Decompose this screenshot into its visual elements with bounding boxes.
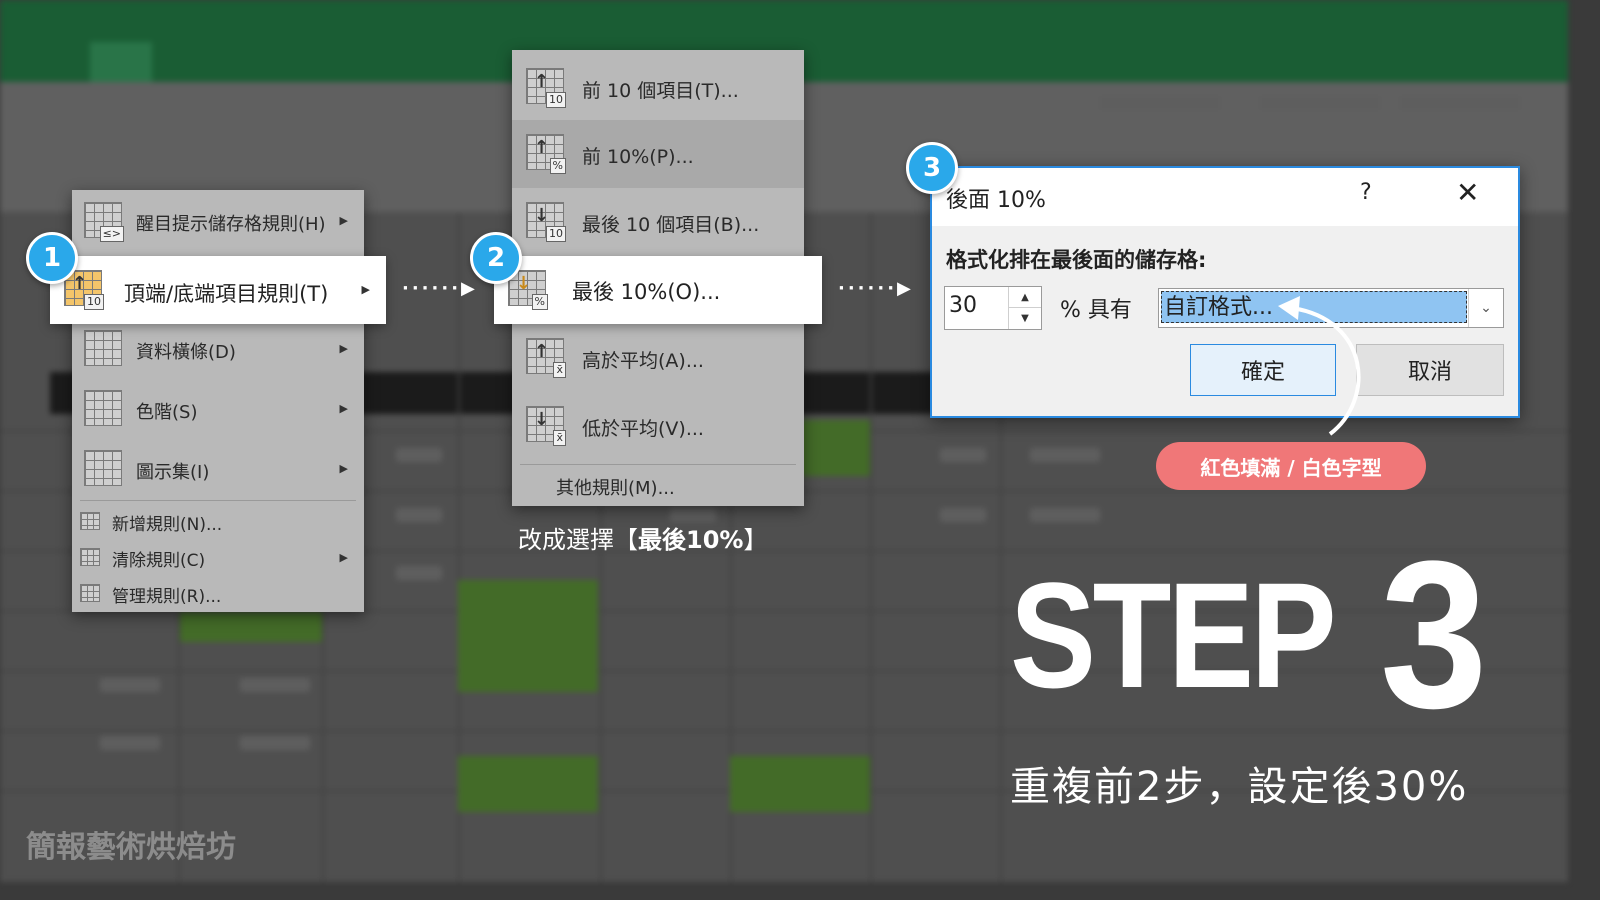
step-subtitle: 重複前2步，設定後30% — [1010, 764, 1469, 810]
menu-item-highlight-cells-rules[interactable]: ≤> 醒目提示儲存格規則(H) ▶ — [72, 198, 364, 242]
menu-item-bottom-10[interactable]: ↓ 10 最後 10 個項目(B)... — [512, 190, 804, 252]
bottom-10-percent-dialog: 後面 10% ? ✕ 格式化排在最後面的儲存格: 30 ▲ ▼ % 具有 自訂格… — [930, 166, 1520, 418]
icon-sets-icon — [84, 450, 122, 486]
pointer-arrow — [1278, 296, 1361, 436]
manage-rules-icon — [80, 584, 100, 602]
menu-item-bottom-10-percent[interactable]: ↓ % 最後 10%(O)... — [494, 256, 822, 324]
format-annotation-badge: 紅色填滿 / 白色字型 — [1156, 442, 1426, 490]
above-average-icon: ↑ x̄ — [526, 338, 566, 378]
percent-spinner[interactable]: 30 ▲ ▼ — [944, 286, 1042, 330]
menu-item-above-average[interactable]: ↑ x̄ 高於平均(A)... — [512, 326, 804, 388]
below-average-icon: ↓ x̄ — [526, 406, 566, 446]
clear-rules-icon — [80, 548, 100, 566]
arrow-connector-1: ······▶ — [402, 278, 478, 299]
chevron-down-icon[interactable]: ⌄ — [1468, 289, 1503, 327]
menu-separator — [80, 500, 356, 501]
menu-item-below-average[interactable]: ↓ x̄ 低於平均(V)... — [512, 394, 804, 456]
menu-item-clear-rules[interactable]: 清除規則(C) ▶ — [72, 540, 364, 574]
instruction-caption: 改成選擇【最後10%】 — [518, 526, 768, 554]
new-rule-icon — [80, 512, 100, 530]
menu-item-new-rule[interactable]: 新增規則(N)... — [72, 504, 364, 538]
step-number: 3 — [1380, 517, 1488, 752]
data-bars-icon — [84, 330, 122, 366]
menu-separator — [520, 464, 796, 465]
menu-item-icon-sets[interactable]: 圖示集(I) ▶ — [72, 446, 364, 490]
dialog-title: 後面 10% — [946, 188, 1046, 213]
menu-item-data-bars[interactable]: 資料橫條(D) ▶ — [72, 326, 364, 370]
close-icon[interactable]: ✕ — [1456, 176, 1479, 209]
step-title: STEP — [1010, 551, 1337, 719]
menu-item-more-rules[interactable]: 其他規則(M)... — [512, 468, 804, 502]
spinner-down-icon[interactable]: ▼ — [1009, 307, 1041, 328]
step-badge-1: 1 — [26, 232, 78, 284]
watermark: 簡報藝術烘焙坊 — [26, 830, 236, 865]
submenu-arrow-icon: ▶ — [339, 214, 348, 227]
submenu-arrow-icon: ▶ — [339, 402, 348, 415]
arrow-connector-2: ······▶ — [838, 278, 914, 299]
step-badge-3: 3 — [906, 142, 958, 194]
submenu-arrow-icon: ▶ — [339, 342, 348, 355]
submenu-arrow-icon: ▶ — [339, 462, 348, 475]
bottom-10-icon: ↓ 10 — [526, 202, 566, 242]
spinner-up-icon[interactable]: ▲ — [1009, 287, 1041, 307]
dialog-title-bar: 後面 10% ? ✕ — [932, 168, 1518, 226]
color-scales-icon — [84, 390, 122, 426]
submenu-arrow-icon: ▶ — [361, 283, 370, 296]
spinner-value[interactable]: 30 — [949, 293, 977, 318]
with-label: % 具有 — [1060, 298, 1132, 323]
help-icon[interactable]: ? — [1360, 180, 1372, 205]
step-badge-2: 2 — [470, 232, 522, 284]
top-10-percent-icon: ↑% — [526, 134, 566, 174]
submenu-arrow-icon: ▶ — [339, 551, 348, 564]
menu-item-manage-rules[interactable]: 管理規則(R)... — [72, 576, 364, 610]
highlight-cells-icon: ≤> — [84, 202, 124, 242]
conditional-formatting-menu: ≤> 醒目提示儲存格規則(H) ▶ 資料橫條(D) ▶ 色階(S) ▶ 圖示集(… — [72, 190, 364, 612]
menu-item-top-10-percent[interactable]: ↑% 前 10%(P)... — [512, 120, 804, 188]
top-10-icon: ↑ 10 — [526, 68, 566, 108]
menu-item-top-bottom-rules[interactable]: ↑ 10 頂端/底端項目規則(T) ▶ — [50, 256, 386, 324]
menu-item-color-scales[interactable]: 色階(S) ▶ — [72, 386, 364, 430]
dialog-instruction-label: 格式化排在最後面的儲存格: — [946, 248, 1207, 272]
menu-item-top-10[interactable]: ↑ 10 前 10 個項目(T)... — [512, 56, 804, 118]
